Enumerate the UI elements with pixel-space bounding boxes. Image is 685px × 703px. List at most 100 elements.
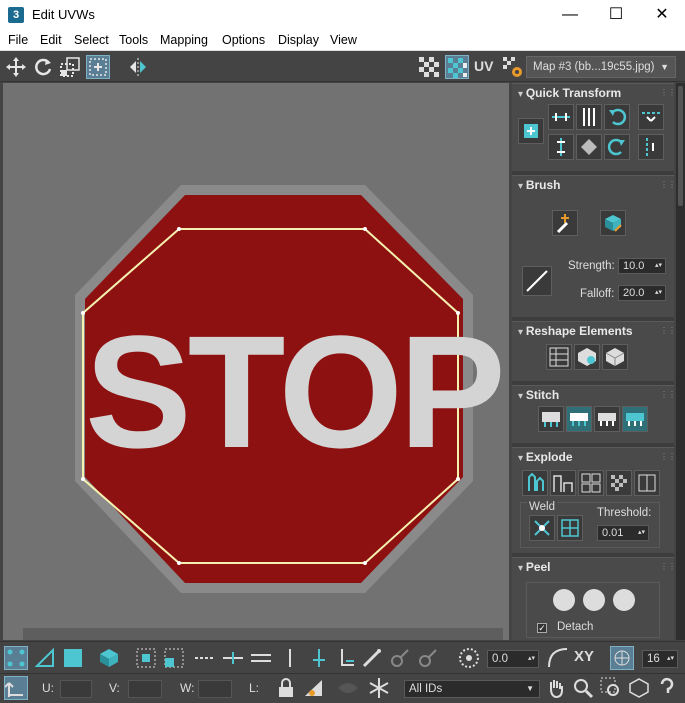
align-vertical-icon[interactable]	[548, 134, 574, 160]
absolute-mode-icon[interactable]	[4, 676, 28, 700]
relax-brush-icon[interactable]	[600, 210, 626, 236]
edge-mode-icon[interactable]	[33, 646, 57, 670]
threshold-spinner[interactable]: 0.01 ▴▾	[597, 525, 649, 541]
ring-icon[interactable]	[221, 646, 245, 670]
rollout-title-stitch[interactable]: Stitch	[518, 388, 559, 402]
rollout-title-reshape[interactable]: Reshape Elements	[518, 324, 633, 338]
menu-mapping[interactable]: Mapping	[160, 33, 208, 47]
help-icon[interactable]	[655, 676, 679, 700]
select-edge-loop-icon[interactable]	[307, 646, 331, 670]
rotate-value-spinner[interactable]: 0.0 ▴▾	[487, 650, 539, 668]
rollout-title-explode[interactable]: Explode	[518, 450, 573, 464]
maximize-button[interactable]: ☐	[593, 0, 639, 30]
scale-icon[interactable]	[58, 55, 82, 79]
menu-tools[interactable]: Tools	[119, 33, 148, 47]
polygon-mode-icon[interactable]	[61, 646, 85, 670]
grid-snap-icon[interactable]	[610, 646, 634, 670]
loop-icon[interactable]	[193, 646, 217, 670]
xy-toggle[interactable]: XY	[574, 648, 594, 665]
w-field[interactable]	[198, 680, 232, 698]
pan-icon[interactable]	[544, 676, 568, 700]
stitch-target-icon[interactable]	[566, 406, 592, 432]
menu-display[interactable]: Display	[278, 33, 319, 47]
weld-target-icon[interactable]	[557, 515, 583, 541]
rectangular-relax-icon[interactable]	[602, 344, 628, 370]
hide-icon[interactable]	[302, 676, 326, 700]
align-side-icon[interactable]	[638, 134, 664, 160]
window-title: Edit UVWs	[32, 7, 95, 22]
unfold-icon[interactable]	[634, 470, 660, 496]
shrink-selection-icon[interactable]	[162, 646, 186, 670]
grid-value-spinner[interactable]: 16 ▴▾	[642, 650, 678, 668]
rollout-title-quick-transform[interactable]: Quick Transform	[518, 86, 621, 100]
explode-grid-icon[interactable]	[578, 470, 604, 496]
select-overlap-icon[interactable]	[334, 646, 358, 670]
paint-move-icon[interactable]	[552, 210, 578, 236]
close-button[interactable]: ✕	[639, 0, 685, 30]
align-top-icon[interactable]	[638, 104, 664, 130]
scrollbar-thumb[interactable]	[678, 86, 683, 206]
weld-selected-icon[interactable]	[529, 515, 555, 541]
space-vertical-icon[interactable]	[576, 104, 602, 130]
map-select[interactable]: Map #3 (bb...19c55.jpg) ▼	[526, 56, 676, 78]
lock-icon[interactable]	[274, 676, 298, 700]
v-field[interactable]	[128, 680, 162, 698]
stitch-source-icon[interactable]	[622, 406, 648, 432]
freeze-icon[interactable]	[336, 676, 360, 700]
edge-vertical-icon[interactable]	[278, 646, 302, 670]
rotate-icon[interactable]	[31, 55, 55, 79]
paint-grow-icon[interactable]	[388, 646, 412, 670]
break-icon[interactable]	[522, 470, 548, 496]
paint-select-icon[interactable]	[360, 646, 384, 670]
checker-teal-icon[interactable]	[445, 55, 469, 79]
texture-options-icon[interactable]	[501, 55, 525, 79]
rotate-value: 0.0	[492, 653, 508, 665]
paint-shrink-icon[interactable]	[416, 646, 440, 670]
brush-falloff-icon[interactable]	[522, 266, 552, 296]
menu-view[interactable]: View	[330, 33, 357, 47]
detach-checkbox[interactable]: ✓	[537, 623, 547, 633]
stitch-custom-icon[interactable]	[538, 406, 564, 432]
zoom-icon[interactable]	[571, 676, 595, 700]
strength-spinner[interactable]: 10.0 ▴▾	[618, 258, 666, 274]
element-mode-icon[interactable]	[97, 646, 121, 670]
rollout-title-peel[interactable]: Peel	[518, 560, 551, 574]
detach-edges-icon[interactable]	[550, 470, 576, 496]
quick-peel-icon[interactable]	[553, 589, 575, 611]
freeform-icon[interactable]	[86, 55, 110, 79]
stitch-average-icon[interactable]	[594, 406, 620, 432]
rotate-pivot-icon[interactable]	[457, 646, 481, 670]
straighten-icon[interactable]	[576, 134, 602, 160]
reset-peel-icon[interactable]	[613, 589, 635, 611]
flatten-icon[interactable]	[606, 470, 632, 496]
snowflake-icon[interactable]	[367, 676, 391, 700]
move-icon[interactable]	[4, 55, 28, 79]
u-field[interactable]	[60, 680, 92, 698]
peel-mode-icon[interactable]	[583, 589, 605, 611]
curve-icon[interactable]	[546, 646, 570, 670]
mirror-icon[interactable]	[126, 55, 150, 79]
rotate-cw-icon[interactable]	[604, 134, 630, 160]
align-center-icon[interactable]	[518, 118, 544, 144]
uv-editor-viewport[interactable]: STOP	[3, 83, 509, 640]
menu-file[interactable]: File	[8, 33, 28, 47]
grow-selection-icon[interactable]	[134, 646, 158, 670]
menu-edit[interactable]: Edit	[40, 33, 62, 47]
rotate-ccw-icon[interactable]	[604, 104, 630, 130]
minimize-button[interactable]: —	[547, 0, 593, 30]
menu-select[interactable]: Select	[74, 33, 109, 47]
checker-icon[interactable]	[417, 55, 441, 79]
straighten-selection-icon[interactable]	[546, 344, 572, 370]
ring-grow-icon[interactable]	[249, 646, 273, 670]
menu-options[interactable]: Options	[222, 33, 265, 47]
align-horizontal-icon[interactable]	[548, 104, 574, 130]
falloff-spinner[interactable]: 20.0 ▴▾	[618, 285, 666, 301]
zoom-extents-icon[interactable]	[627, 676, 651, 700]
uv-toggle[interactable]: UV	[474, 58, 493, 74]
relax-icon[interactable]	[574, 344, 600, 370]
vertex-mode-icon[interactable]	[4, 646, 28, 670]
falloff-label: Falloff:	[580, 288, 615, 300]
rollout-title-brush[interactable]: Brush	[518, 178, 561, 192]
zoom-region-icon[interactable]	[599, 676, 623, 700]
material-id-select[interactable]: All IDs ▼	[404, 680, 540, 698]
